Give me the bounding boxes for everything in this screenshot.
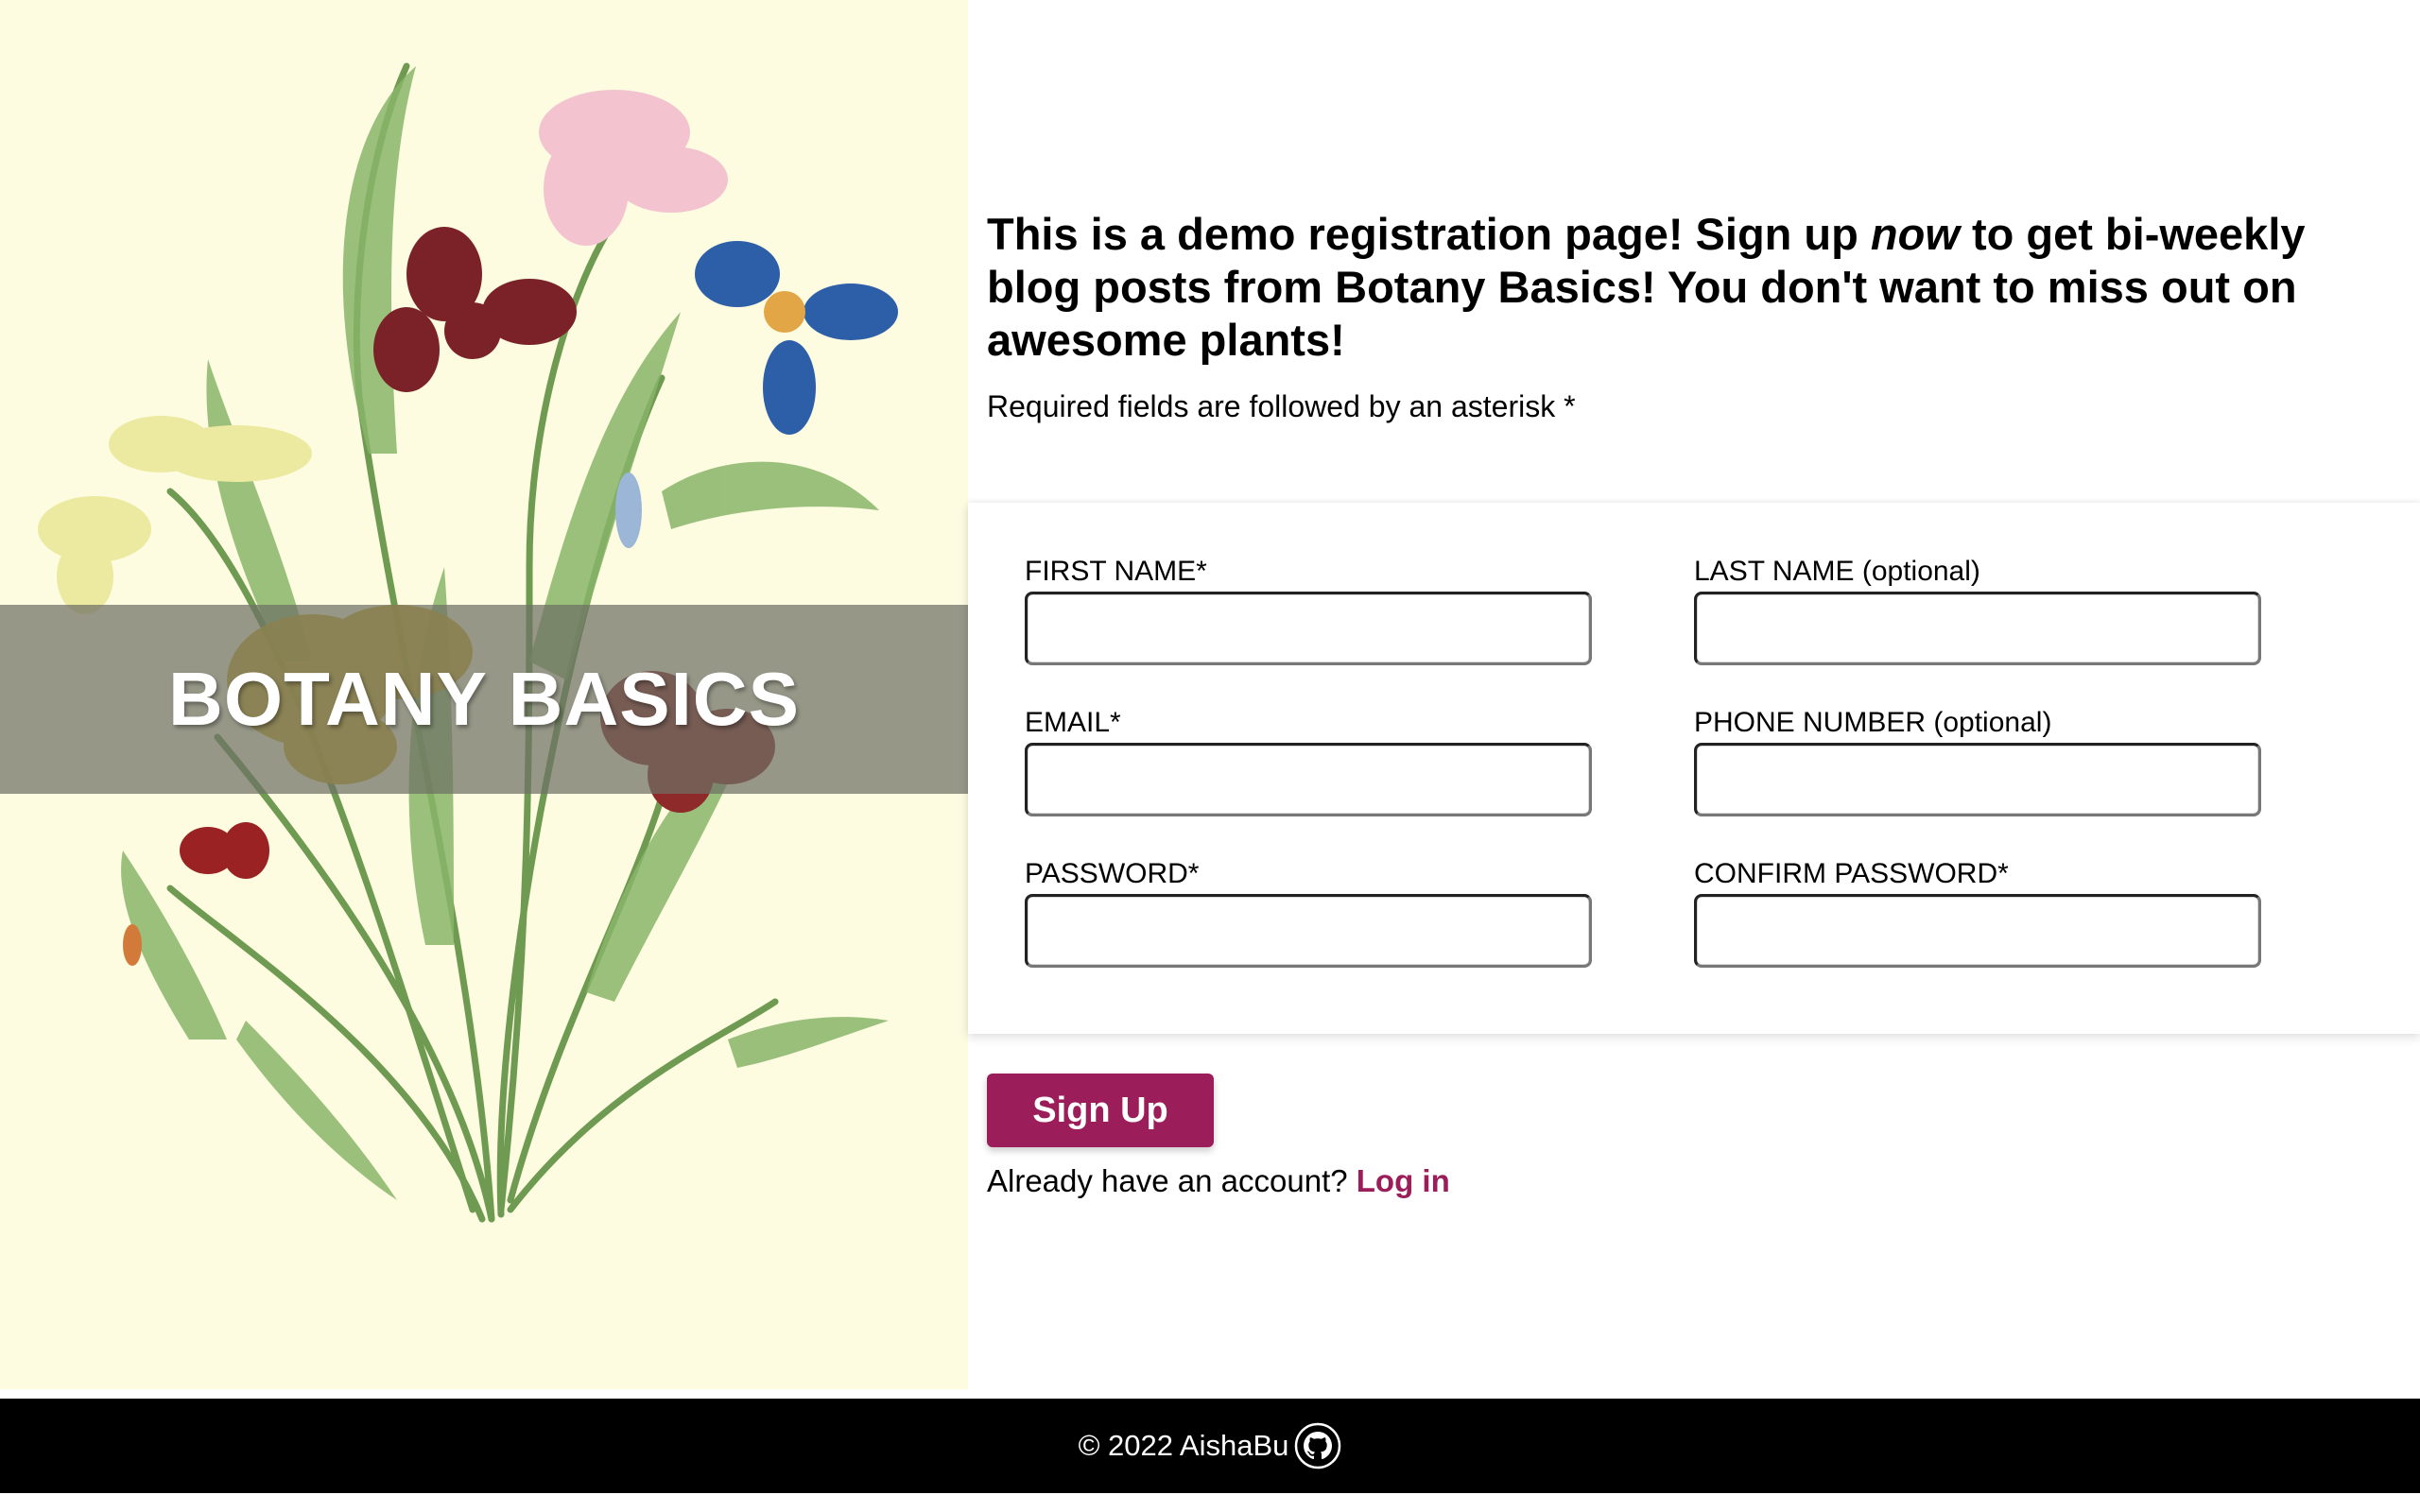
confirm-password-input[interactable] [1694, 894, 2261, 968]
phone-field-group: PHONE NUMBER (optional) [1694, 707, 2261, 816]
last-name-field-group: LAST NAME (optional) [1694, 556, 2261, 665]
registration-panel: This is a demo registration page! Sign u… [968, 0, 2420, 1389]
hero-illustration-panel: BOTANY BASICS [0, 0, 968, 1389]
email-input[interactable] [1025, 743, 1592, 816]
intro-heading: This is a demo registration page! Sign u… [987, 208, 2386, 367]
brand-banner: BOTANY BASICS [0, 605, 968, 794]
first-name-label: FIRST NAME* [1025, 556, 1207, 587]
github-icon[interactable] [1294, 1422, 1341, 1469]
last-name-input[interactable] [1694, 592, 2261, 665]
last-name-label: LAST NAME (optional) [1694, 556, 1980, 587]
first-name-input[interactable] [1025, 592, 1592, 665]
registration-page: BOTANY BASICS This is a demo registratio… [0, 0, 2420, 1512]
phone-label: PHONE NUMBER (optional) [1694, 707, 2052, 738]
footer-copyright: © 2022 AishaBu [1078, 1429, 1289, 1462]
password-input[interactable] [1025, 894, 1592, 968]
intro-section: This is a demo registration page! Sign u… [987, 208, 2386, 425]
sign-up-button[interactable]: Sign Up [987, 1074, 1214, 1147]
password-field-group: PASSWORD* [1025, 858, 1592, 968]
email-label: EMAIL* [1025, 707, 1121, 738]
password-label: PASSWORD* [1025, 858, 1200, 889]
email-field-group: EMAIL* [1025, 707, 1592, 816]
confirm-password-field-group: CONFIRM PASSWORD* [1694, 858, 2261, 968]
login-prompt: Already have an account? Log in [987, 1162, 1450, 1200]
phone-input[interactable] [1694, 743, 2261, 816]
confirm-password-label: CONFIRM PASSWORD* [1694, 858, 2009, 889]
required-fields-note: Required fields are followed by an aster… [987, 389, 1576, 423]
footer: © 2022 AishaBu [0, 1399, 2420, 1493]
log-in-link[interactable]: Log in [1357, 1163, 1450, 1198]
brand-title: BOTANY BASICS [168, 657, 800, 741]
account-prompt-text: Already have an account? [987, 1163, 1357, 1198]
intro-heading-part1: This is a demo registration page! Sign u… [987, 209, 1871, 259]
first-name-field-group: FIRST NAME* [1025, 556, 1592, 665]
footer-content: © 2022 AishaBu [1079, 1422, 1342, 1469]
intro-heading-emphasis: now [1870, 209, 1960, 259]
registration-form: FIRST NAME* LAST NAME (optional) EMAIL* … [968, 503, 2420, 1034]
